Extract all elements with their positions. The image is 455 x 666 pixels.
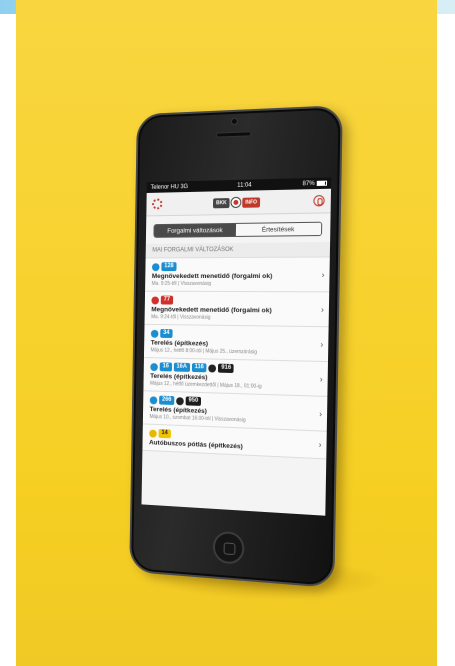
tab-ertesitesek[interactable]: Értesítések	[235, 222, 322, 236]
chevron-right-icon: ›	[320, 304, 324, 314]
phone-screen: Telenor HU 3G 11:04 87% BKK INFO Forgalm…	[141, 177, 332, 516]
bus-icon	[150, 362, 158, 371]
route-badge: 16A	[173, 362, 190, 372]
bus-icon	[150, 329, 159, 338]
night-icon	[176, 396, 184, 405]
bkk-info-logo: BKK INFO	[213, 196, 261, 208]
route-badge: 14	[158, 428, 171, 439]
status-time: 11:04	[237, 182, 252, 189]
route-badge: 116	[191, 363, 207, 373]
home-button[interactable]	[212, 530, 245, 565]
bus-icon	[151, 262, 160, 271]
tram-icon	[149, 429, 157, 438]
logo-info: INFO	[242, 196, 261, 208]
route-badge: 34	[160, 328, 173, 339]
chevron-right-icon: ›	[320, 339, 324, 349]
item-subtitle: Ma. 9:25-től | Visszavonásig	[151, 280, 212, 287]
night-icon	[208, 363, 217, 373]
item-subtitle: Ma. 9:24-től | Visszavonásig	[151, 314, 211, 321]
battery-icon	[316, 180, 328, 186]
carrier-name: Telenor HU	[150, 183, 179, 191]
bus-icon	[149, 395, 158, 404]
list-item[interactable]: 16 16A 116 916 Terelés (építkezés) Május 12.,…	[143, 358, 328, 397]
section-header: MAI FORGALMI VÁLTOZÁSOK	[145, 242, 331, 259]
battery-indicator: 87%	[302, 180, 328, 187]
trolley-icon	[151, 296, 160, 304]
smartphone: Telenor HU 3G 11:04 87% BKK INFO Forgalm…	[129, 105, 343, 589]
segmented-control: Forgalmi változások Értesítések	[153, 221, 323, 238]
change-list: 128 Megnövekedett menetidő (forgalmi ok) M…	[142, 257, 330, 460]
route-badge: 266	[159, 395, 175, 405]
route-badge: 77	[160, 295, 173, 305]
route-badges: 77	[151, 295, 314, 306]
route-badges: 34	[150, 328, 314, 340]
list-item[interactable]: 14 Autóbuszos pótlás (építkezés) ›	[142, 424, 327, 460]
route-badges: 128	[151, 262, 315, 272]
item-title: Megnövekedett menetidő (forgalmi ok)	[151, 272, 273, 281]
chevron-right-icon: ›	[318, 440, 322, 450]
app-header: BKK INFO	[146, 188, 332, 217]
logo-dot-icon	[231, 197, 241, 208]
network-type: 3G	[180, 183, 189, 190]
logo-bkk: BKK	[213, 197, 230, 208]
list-item[interactable]: 77 Megnövekedett menetidő (forgalmi ok) Ma…	[144, 291, 330, 328]
person-icon[interactable]	[313, 195, 325, 207]
chevron-right-icon: ›	[321, 269, 325, 280]
route-badge: 916	[218, 363, 235, 374]
earpiece	[216, 131, 252, 138]
tab-forgalmi-valtozasok[interactable]: Forgalmi változások	[154, 223, 237, 237]
route-badge: 16	[159, 362, 172, 372]
list-item[interactable]: 128 Megnövekedett menetidő (forgalmi ok) M…	[145, 257, 330, 293]
carrier-label: Telenor HU 3G	[150, 184, 188, 191]
list-item[interactable]: 34 Terelés (építkezés) Május 12., hétfő 8:…	[143, 324, 329, 363]
route-badge: 128	[161, 262, 177, 272]
front-camera	[230, 117, 238, 126]
chevron-right-icon: ›	[319, 374, 323, 384]
route-badge: 950	[185, 396, 202, 406]
gear-icon[interactable]	[152, 198, 163, 210]
battery-percent: 87%	[302, 180, 315, 187]
chevron-right-icon: ›	[319, 408, 323, 419]
